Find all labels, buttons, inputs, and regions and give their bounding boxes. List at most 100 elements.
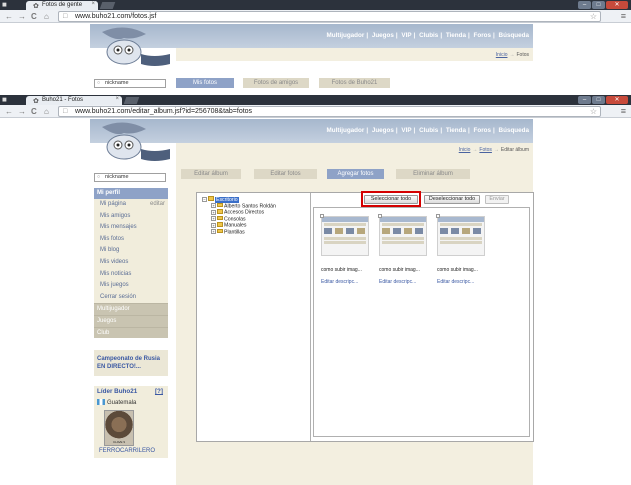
nav-juegos[interactable]: Juegos — [372, 32, 394, 39]
browser-tab[interactable]: ✿ Buho21 - Fotos × — [26, 96, 122, 105]
browser-tab[interactable]: ✿ Fotos de gente × — [26, 1, 98, 10]
leader-box: Líder Buho21 [?] Guatemala CLAVE 9 FERRO… — [94, 386, 168, 459]
bookmark-star-icon[interactable]: ☆ — [590, 107, 597, 117]
sidebar-item-mi-blog[interactable]: Mi blog — [94, 245, 168, 257]
menu-icon[interactable]: ≡ — [621, 11, 626, 21]
maximize-button[interactable]: □ — [592, 1, 605, 9]
sidebar-item-mis-amigos[interactable]: Mis amigos — [94, 210, 168, 223]
edit-profile-link[interactable]: editar — [150, 199, 165, 211]
reload-button[interactable]: C — [31, 12, 37, 21]
bookmark-star-icon[interactable]: ☆ — [590, 12, 597, 22]
tab-editar-fotos[interactable]: Editar fotos — [254, 169, 317, 179]
forward-button[interactable]: → — [18, 12, 26, 21]
menu-icon[interactable]: ≡ — [621, 106, 626, 116]
back-button[interactable]: ← — [5, 107, 13, 116]
sidebar-item-mis-noticias[interactable]: Mis noticias — [94, 268, 168, 281]
nav-vip[interactable]: VIP — [401, 32, 411, 39]
thumbnail-checkbox[interactable] — [320, 214, 324, 218]
tree-node-root[interactable]: − Escritorio — [202, 196, 310, 203]
tree-node[interactable]: + Manuales — [202, 222, 310, 229]
nav-busqueda[interactable]: Búsqueda — [499, 32, 529, 39]
tab-mis-fotos[interactable]: Mis fotos — [176, 78, 234, 88]
nav-juegos[interactable]: Juegos — [372, 127, 394, 134]
close-window-button[interactable]: ✕ — [606, 96, 628, 104]
red-highlight-box — [361, 191, 421, 207]
thumbnail-checkbox[interactable] — [378, 214, 382, 218]
sidebar-group-club[interactable]: Club — [94, 326, 168, 339]
tab-eliminar-album[interactable]: Eliminar álbum — [396, 169, 470, 179]
tree-node[interactable]: + Accesos Directos — [202, 209, 310, 216]
collapse-icon[interactable]: − — [202, 196, 207, 202]
leader-name[interactable]: FERROCARRILERO — [97, 448, 165, 454]
buho21-logo[interactable] — [94, 119, 176, 165]
nav-foros[interactable]: Foros — [474, 32, 492, 39]
nav-multijugador[interactable]: Multijugador — [327, 127, 365, 134]
buho21-logo[interactable] — [94, 24, 176, 70]
breadcrumb-home-link[interactable]: Inicio — [496, 52, 508, 58]
edit-description-link[interactable]: Editar descripc... — [321, 279, 358, 285]
close-tab-icon[interactable]: × — [91, 1, 95, 7]
reload-button[interactable]: C — [31, 107, 37, 116]
sidebar-item-mis-fotos[interactable]: Mis fotos — [94, 233, 168, 246]
send-button[interactable]: Enviar — [485, 195, 509, 204]
deselect-all-button[interactable]: Deseleccionar todo — [424, 195, 480, 204]
sidebar-profile-header[interactable]: Mi perfil — [94, 188, 168, 199]
sidebar-item-mi-pagina[interactable]: Mi página editar — [94, 199, 168, 211]
tab-editar-album[interactable]: Editar álbum — [181, 169, 241, 179]
tree-node[interactable]: + Consolas — [202, 215, 310, 223]
nav-vip[interactable]: VIP — [401, 127, 411, 134]
breadcrumb-fotos-link[interactable]: Fotos — [479, 147, 492, 153]
close-tab-icon[interactable]: × — [115, 96, 119, 102]
sidebar-item-mis-mensajes[interactable]: Mis mensajes — [94, 222, 168, 234]
user-icon[interactable]: ■ — [2, 95, 7, 104]
thumbnail-image[interactable] — [379, 216, 427, 256]
expand-icon[interactable]: + — [211, 203, 216, 209]
nav-clubis[interactable]: Clubis — [419, 32, 438, 39]
breadcrumb-home-link[interactable]: Inicio — [459, 147, 471, 153]
nickname-search-input[interactable]: ○ nickname — [94, 173, 166, 182]
maximize-button[interactable]: □ — [592, 96, 605, 104]
tab-fotos-de-buho21[interactable]: Fotos de Buho21 — [319, 78, 390, 88]
expand-icon[interactable]: + — [211, 222, 216, 228]
tree-node[interactable]: + Alberto Santos Roldán — [202, 202, 310, 210]
new-tab-button[interactable] — [123, 97, 140, 104]
thumbnail-checkbox[interactable] — [436, 214, 440, 218]
nav-multijugador[interactable]: Multijugador — [327, 32, 365, 39]
page-icon: □ — [63, 108, 68, 115]
expand-icon[interactable]: + — [211, 229, 216, 235]
tree-node[interactable]: + Plantillas — [202, 228, 310, 236]
sidebar-item-mis-videos[interactable]: Mis videos — [94, 256, 168, 269]
sidebar-item-cerrar-sesion[interactable]: Cerrar sesión — [94, 291, 168, 304]
leader-avatar[interactable]: CLAVE 9 — [104, 410, 134, 447]
sidebar-item-mis-juegos[interactable]: Mis juegos — [94, 280, 168, 292]
nav-busqueda[interactable]: Búsqueda — [499, 127, 529, 134]
home-button[interactable]: ⌂ — [44, 12, 49, 21]
forward-button[interactable]: → — [18, 107, 26, 116]
user-icon[interactable]: ■ — [2, 0, 7, 9]
expand-icon[interactable]: + — [211, 209, 216, 215]
thumbnail-image[interactable] — [321, 216, 369, 256]
sidebar-group-juegos[interactable]: Juegos — [94, 314, 168, 327]
close-window-button[interactable]: ✕ — [606, 1, 628, 9]
back-button[interactable]: ← — [5, 12, 13, 21]
address-bar[interactable]: □ www.buho21.com/fotos.jsf ☆ — [58, 11, 601, 22]
minimize-button[interactable]: – — [578, 1, 591, 9]
nav-clubis[interactable]: Clubis — [419, 127, 438, 134]
sidebar-group-multijugador[interactable]: Multijugador — [94, 303, 168, 315]
home-button[interactable]: ⌂ — [44, 107, 49, 116]
promo-link[interactable]: Campeonato de Rusia EN DIRECTO!... — [94, 350, 168, 377]
edit-description-link[interactable]: Editar descripc... — [379, 279, 416, 285]
edit-description-link[interactable]: Editar descripc... — [437, 279, 474, 285]
leader-help-link[interactable]: [?] — [155, 388, 163, 395]
nav-tienda[interactable]: Tienda — [446, 32, 466, 39]
minimize-button[interactable]: – — [578, 96, 591, 104]
nav-tienda[interactable]: Tienda — [446, 127, 466, 134]
new-tab-button[interactable] — [99, 2, 116, 9]
address-bar[interactable]: □ www.buho21.com/editar_album.jsf?id=256… — [58, 106, 601, 117]
tab-fotos-de-amigos[interactable]: Fotos de amigos — [243, 78, 309, 88]
thumbnail-image[interactable] — [437, 216, 485, 256]
expand-icon[interactable]: + — [211, 216, 216, 222]
nickname-search-input[interactable]: ○ nickname — [94, 79, 166, 88]
tab-agregar-fotos[interactable]: Agregar fotos — [327, 169, 384, 179]
nav-foros[interactable]: Foros — [474, 127, 492, 134]
